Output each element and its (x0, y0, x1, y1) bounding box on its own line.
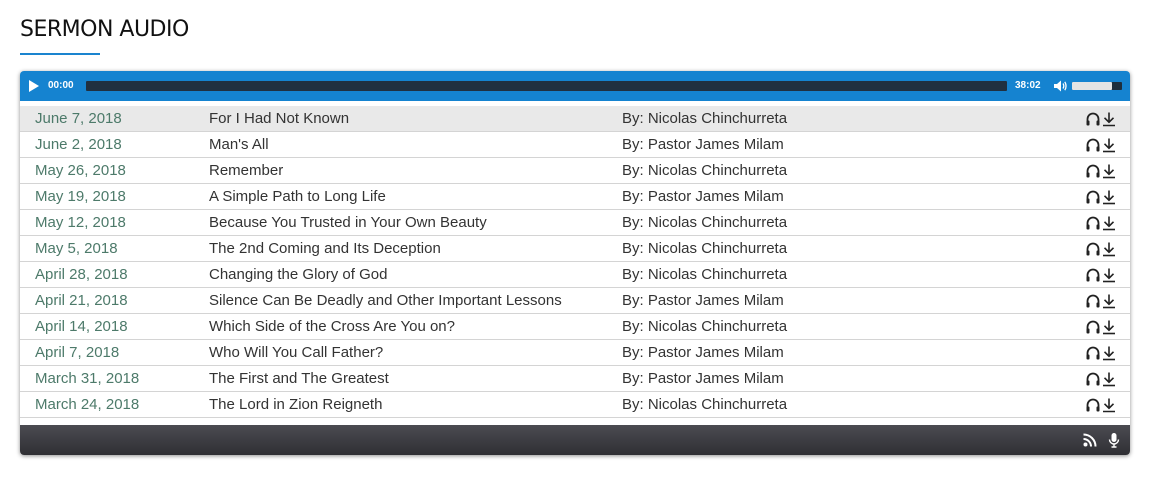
sermon-date: May 26, 2018 (35, 162, 126, 179)
player-footer (20, 425, 1130, 455)
sermon-title[interactable]: For I Had Not Known (209, 110, 349, 128)
sermon-date: June 7, 2018 (35, 110, 122, 127)
sermon-date: May 12, 2018 (35, 214, 126, 231)
sermon-title[interactable]: Which Side of the Cross Are You on? (209, 318, 455, 336)
volume-level (1072, 82, 1112, 90)
sermon-row[interactable]: March 31, 2018 The First and The Greatest… (20, 366, 1130, 392)
download-icon[interactable] (1101, 345, 1117, 361)
download-icon[interactable] (1101, 137, 1117, 153)
volume-icon[interactable] (1052, 78, 1068, 94)
download-icon[interactable] (1101, 267, 1117, 283)
sermon-row[interactable]: April 21, 2018 Silence Can Be Deadly and … (20, 288, 1130, 314)
sermon-row[interactable]: May 26, 2018 Remember By: Nicolas Chinchur… (20, 158, 1130, 184)
sermon-title[interactable]: The First and The Greatest (209, 370, 389, 388)
sermon-title[interactable]: Man's All (209, 136, 269, 154)
headphones-icon[interactable] (1085, 111, 1101, 127)
audio-control-bar: 00:00 38:02 (20, 71, 1130, 101)
play-icon[interactable] (29, 80, 39, 92)
sermon-row[interactable]: June 7, 2018 For I Had Not Known By: Nicol… (20, 106, 1130, 132)
sermon-row[interactable]: June 2, 2018 Man's All By: Pastor James Mi… (20, 132, 1130, 158)
sermon-title[interactable]: Changing the Glory of God (209, 266, 387, 284)
sermon-author: By: Pastor James Milam (622, 292, 784, 309)
sermon-row[interactable]: March 24, 2018 The Lord in Zion Reigneth B… (20, 392, 1130, 418)
sermon-list: June 7, 2018 For I Had Not Known By: Nicol… (20, 106, 1130, 418)
sermon-date: April 7, 2018 (35, 344, 120, 361)
download-icon[interactable] (1101, 319, 1117, 335)
volume-slider[interactable] (1072, 82, 1122, 90)
headphones-icon[interactable] (1085, 319, 1101, 335)
sermon-title[interactable]: Who Will You Call Father? (209, 344, 383, 362)
sermon-date: May 5, 2018 (35, 240, 118, 257)
sermon-row[interactable]: April 7, 2018 Who Will You Call Father? By… (20, 340, 1130, 366)
sermon-author: By: Nicolas Chinchurreta (622, 266, 788, 283)
sermon-date: April 21, 2018 (35, 292, 128, 309)
headphones-icon[interactable] (1085, 163, 1101, 179)
sermon-author: By: Nicolas Chinchurreta (622, 240, 788, 257)
download-icon[interactable] (1101, 397, 1117, 413)
sermon-title[interactable]: The Lord in Zion Reigneth (209, 396, 382, 414)
current-time: 00:00 (48, 80, 74, 91)
download-icon[interactable] (1101, 215, 1117, 231)
headphones-icon[interactable] (1085, 345, 1101, 361)
download-icon[interactable] (1101, 163, 1117, 179)
sermon-author: By: Nicolas Chinchurreta (622, 162, 788, 179)
download-icon[interactable] (1101, 111, 1117, 127)
sermon-title[interactable]: Because You Trusted in Your Own Beauty (209, 214, 487, 232)
sermon-author: By: Pastor James Milam (622, 136, 784, 153)
sermon-title[interactable]: Silence Can Be Deadly and Other Importan… (209, 292, 562, 310)
sermon-date: April 14, 2018 (35, 318, 128, 335)
sermon-title[interactable]: The 2nd Coming and Its Deception (209, 240, 441, 258)
sermon-author: By: Pastor James Milam (622, 370, 784, 387)
duration-time: 38:02 (1015, 80, 1041, 91)
progress-bar[interactable] (86, 81, 1007, 91)
sermon-author: By: Pastor James Milam (622, 188, 784, 205)
download-icon[interactable] (1101, 371, 1117, 387)
sermon-row[interactable]: April 28, 2018 Changing the Glory of God B… (20, 262, 1130, 288)
sermon-date: May 19, 2018 (35, 188, 126, 205)
sermon-author: By: Nicolas Chinchurreta (622, 214, 788, 231)
sermon-row[interactable]: May 5, 2018 The 2nd Coming and Its Decept… (20, 236, 1130, 262)
headphones-icon[interactable] (1085, 267, 1101, 283)
sermon-author: By: Nicolas Chinchurreta (622, 396, 788, 413)
sermon-date: April 28, 2018 (35, 266, 128, 283)
headphones-icon[interactable] (1085, 137, 1101, 153)
sermon-author: By: Nicolas Chinchurreta (622, 110, 788, 127)
sermon-row[interactable]: April 14, 2018 Which Side of the Cross Ar… (20, 314, 1130, 340)
sermon-title[interactable]: Remember (209, 162, 283, 180)
headphones-icon[interactable] (1085, 371, 1101, 387)
download-icon[interactable] (1101, 293, 1117, 309)
sermon-title[interactable]: A Simple Path to Long Life (209, 188, 386, 206)
sermon-author: By: Pastor James Milam (622, 344, 784, 361)
download-icon[interactable] (1101, 241, 1117, 257)
sermon-date: March 31, 2018 (35, 370, 140, 387)
download-icon[interactable] (1101, 189, 1117, 205)
microphone-icon[interactable] (1106, 432, 1122, 448)
rss-icon[interactable] (1082, 432, 1098, 448)
title-underline (20, 53, 100, 55)
headphones-icon[interactable] (1085, 215, 1101, 231)
headphones-icon[interactable] (1085, 293, 1101, 309)
headphones-icon[interactable] (1085, 241, 1101, 257)
headphones-icon[interactable] (1085, 397, 1101, 413)
sermon-row[interactable]: May 12, 2018 Because You Trusted in Your … (20, 210, 1130, 236)
sermon-author: By: Nicolas Chinchurreta (622, 318, 788, 335)
sermon-player: 00:00 38:02 June 7, 2018 For I Had Not Kn… (20, 71, 1130, 455)
sermon-date: June 2, 2018 (35, 136, 122, 153)
section-title: SERMON AUDIO (20, 17, 189, 42)
headphones-icon[interactable] (1085, 189, 1101, 205)
sermon-row[interactable]: May 19, 2018 A Simple Path to Long Life By… (20, 184, 1130, 210)
sermon-date: March 24, 2018 (35, 396, 140, 413)
